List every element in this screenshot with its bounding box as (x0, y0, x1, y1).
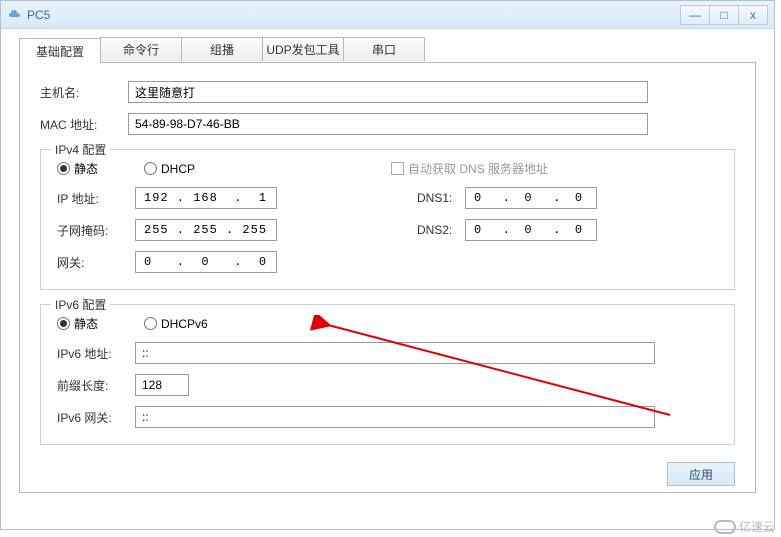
window-controls: — □ x (681, 5, 768, 25)
mask-label: 子网掩码: (57, 222, 135, 239)
minimize-button[interactable]: — (680, 5, 710, 25)
ipv4-dhcp-radio-group[interactable]: DHCP (144, 162, 195, 176)
ipv6-prefix-label: 前缀长度: (57, 377, 135, 394)
ipv4-static-radio-group[interactable]: 静态 (57, 160, 98, 177)
maximize-button[interactable]: □ (709, 5, 739, 25)
ipv6-gateway-input[interactable] (135, 406, 655, 428)
app-window: PC5 — □ x 基础配置 命令行 组播 UDP发包工具 串口 主机名: MA… (0, 0, 775, 530)
ipv6-addr-input[interactable] (135, 342, 655, 364)
ipv6-fieldset: IPv6 配置 静态 DHCPv6 IPv6 地址: 前缀长 (40, 304, 735, 445)
watermark: 亿速云 (714, 518, 775, 535)
mac-input[interactable] (128, 113, 648, 135)
app-icon (7, 7, 23, 23)
gateway-label: 网关: (57, 254, 135, 271)
ipv6-addr-label: IPv6 地址: (57, 345, 135, 362)
dns2-input[interactable] (465, 219, 597, 241)
ipv4-static-label: 静态 (74, 160, 98, 177)
mac-label: MAC 地址: (40, 116, 128, 133)
ip-label: IP 地址: (57, 190, 135, 207)
ip-input[interactable] (135, 187, 277, 209)
ipv6-dhcp-label: DHCPv6 (161, 317, 208, 331)
ipv4-dhcp-radio[interactable] (144, 162, 157, 175)
dns2-label: DNS2: (417, 223, 465, 237)
hostname-input[interactable] (128, 81, 648, 103)
tab-basic[interactable]: 基础配置 (19, 38, 101, 63)
title-bar: PC5 — □ x (1, 1, 774, 29)
auto-dns-checkbox[interactable] (391, 162, 404, 175)
ipv6-legend: IPv6 配置 (51, 296, 110, 313)
ipv6-static-label: 静态 (74, 315, 98, 332)
content-area: 基础配置 命令行 组播 UDP发包工具 串口 主机名: MAC 地址: IPv4… (1, 29, 774, 501)
watermark-text: 亿速云 (739, 518, 775, 535)
ipv6-dhcp-radio-group[interactable]: DHCPv6 (144, 317, 208, 331)
ipv6-gateway-label: IPv6 网关: (57, 409, 135, 426)
auto-dns-label: 自动获取 DNS 服务器地址 (408, 160, 548, 177)
hostname-label: 主机名: (40, 84, 128, 101)
dns1-input[interactable] (465, 187, 597, 209)
tab-udp[interactable]: UDP发包工具 (262, 37, 344, 61)
ipv4-legend: IPv4 配置 (51, 141, 110, 158)
apply-button[interactable]: 应用 (667, 462, 735, 486)
tab-multicast[interactable]: 组播 (181, 37, 263, 61)
ipv6-static-radio[interactable] (57, 317, 70, 330)
ipv6-prefix-input[interactable] (135, 374, 189, 396)
mask-input[interactable] (135, 219, 277, 241)
auto-dns-group[interactable]: 自动获取 DNS 服务器地址 (391, 160, 548, 177)
ipv6-dhcp-radio[interactable] (144, 317, 157, 330)
cloud-icon (714, 520, 736, 534)
ipv4-dhcp-label: DHCP (161, 162, 195, 176)
tab-serial[interactable]: 串口 (343, 37, 425, 61)
tab-strip: 基础配置 命令行 组播 UDP发包工具 串口 (19, 37, 756, 63)
close-button[interactable]: x (738, 5, 768, 25)
tab-panel-basic: 主机名: MAC 地址: IPv4 配置 静态 DHCP (19, 63, 756, 493)
ipv6-static-radio-group[interactable]: 静态 (57, 315, 98, 332)
tab-cmdline[interactable]: 命令行 (100, 37, 182, 61)
window-title: PC5 (27, 8, 681, 22)
footer: 应用 (667, 462, 735, 486)
dns1-label: DNS1: (417, 191, 465, 205)
gateway-input[interactable] (135, 251, 277, 273)
ipv4-fieldset: IPv4 配置 静态 DHCP 自动获取 DNS 服务器地址 (40, 149, 735, 290)
ipv4-static-radio[interactable] (57, 162, 70, 175)
